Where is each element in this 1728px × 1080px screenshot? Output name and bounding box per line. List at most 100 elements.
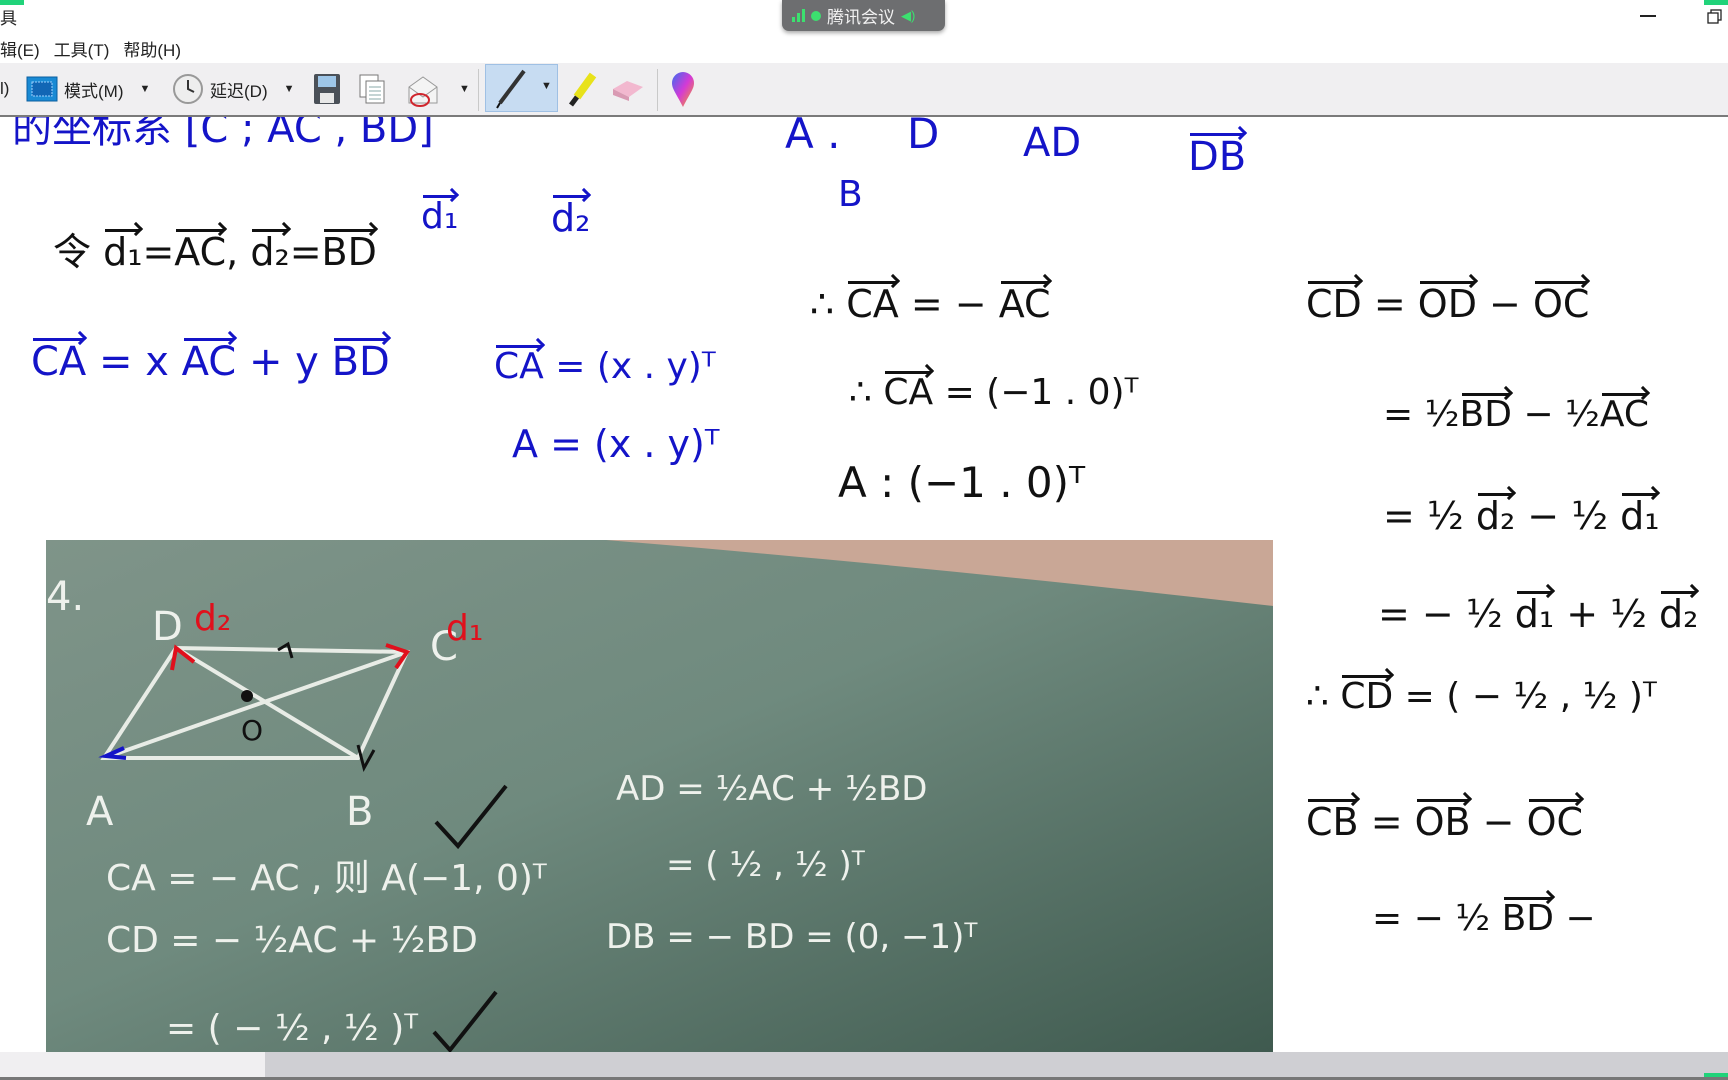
text-segment: = (x . y)ᵀ	[543, 346, 716, 387]
text-segment: ∴	[849, 372, 884, 413]
text-segment: −	[1476, 282, 1533, 326]
mode-button[interactable]: 模式(M) ▼	[26, 63, 150, 115]
center-point	[241, 690, 253, 702]
chevron-down-icon[interactable]: ▼	[541, 80, 552, 92]
chalk-line: AD = ½AC + ½BD	[616, 769, 927, 809]
menu-bar: 辑(E) 工具(T) 帮助(H)	[0, 36, 195, 62]
handwritten-line: ∴ CA = − AC	[810, 281, 1051, 326]
vector-symbol: d₂	[1475, 493, 1516, 538]
text-segment: − ½	[1511, 394, 1600, 435]
divider	[478, 69, 479, 111]
text-segment: =	[142, 230, 175, 274]
handwritten-line: D	[907, 117, 939, 155]
whiteboard-canvas[interactable]: 的坐标系 [C ; AC , BD] A . D AD DB Bd₁ d₂ 令 d₁=AC, …	[0, 117, 1728, 1052]
restore-button[interactable]	[1707, 9, 1722, 24]
problem-number: 4.	[46, 574, 84, 620]
text-segment: =	[289, 230, 322, 274]
delay-button[interactable]: 延迟(D) ▼	[172, 63, 295, 115]
vector-symbol: d₂	[1659, 591, 1699, 636]
status-mark	[1704, 0, 1728, 5]
text-segment: ∴	[810, 282, 847, 326]
vector-symbol: CB	[1306, 799, 1359, 844]
text-segment: 令	[53, 230, 104, 274]
vector-symbol: CD	[1306, 281, 1362, 326]
text-segment: AD	[1023, 120, 1082, 166]
vector-symbol: OD	[1417, 281, 1477, 326]
vector-symbol: AC	[181, 338, 237, 385]
vector-symbol: d₁	[421, 195, 459, 237]
text-segment: − ½	[1515, 494, 1621, 538]
red-label-d1: d₁	[446, 608, 483, 649]
cut-fragment[interactable]: l)	[0, 63, 9, 115]
text-segment: = − ½	[1378, 592, 1515, 636]
pen-button[interactable]: ▼	[485, 64, 558, 112]
color-picker-icon[interactable]	[670, 71, 696, 123]
handwritten-line: d₂	[551, 195, 591, 240]
handwritten-line: = − ½ BD −	[1372, 897, 1596, 939]
vertex-label-b: B	[346, 789, 373, 835]
vector-symbol: AC	[1599, 393, 1650, 435]
handwritten-line: d₁	[421, 195, 459, 237]
vector-symbol: OB	[1414, 799, 1471, 844]
text-segment: B	[838, 174, 863, 215]
vector-symbol: OC	[1532, 281, 1590, 326]
text-segment: =	[1361, 282, 1418, 326]
text-segment: 的坐标系 [C ; AC , BD]	[12, 117, 434, 152]
divider	[657, 69, 658, 111]
text-segment: + y	[236, 339, 332, 385]
horizontal-scrollbar[interactable]	[0, 1052, 1728, 1080]
vertex-label-o: O	[241, 714, 263, 747]
text-segment: = ½	[1383, 494, 1476, 538]
delay-label: 延迟(D)	[210, 81, 268, 101]
highlighter-icon[interactable]	[565, 71, 599, 123]
text-segment: + ½	[1554, 592, 1660, 636]
handwritten-line: B	[838, 177, 863, 213]
handwritten-line: = − ½ d₁ + ½ d₂	[1378, 591, 1699, 636]
vector-symbol: OC	[1526, 799, 1584, 844]
chalk-line: = ( ½ , ½ )ᵀ	[666, 845, 866, 885]
vector-symbol: CA	[31, 338, 87, 385]
handwritten-line: A .	[785, 117, 840, 155]
text-segment: = ½	[1383, 394, 1460, 435]
handwritten-line: = ½ d₂ − ½ d₁	[1383, 493, 1660, 538]
vector-symbol: d₁	[1620, 493, 1660, 538]
vector-symbol: d₁	[1514, 591, 1555, 636]
status-mark	[1704, 1073, 1728, 1077]
text-segment: −	[1470, 800, 1527, 844]
menu-help[interactable]: 帮助(H)	[123, 36, 181, 62]
text-segment: = −	[898, 282, 999, 326]
handwritten-line: ∴ CA = (−1 . 0)ᵀ	[849, 371, 1138, 413]
vector-symbol: AC	[174, 229, 227, 274]
vertex-label-a: A	[86, 789, 114, 835]
mode-icon	[26, 76, 58, 102]
minimize-button[interactable]	[1640, 15, 1656, 17]
chevron-down-icon[interactable]: ▼	[459, 63, 470, 115]
vector-symbol: CD	[1340, 675, 1394, 717]
clock-icon	[173, 74, 203, 104]
meeting-label: 腾讯会议	[827, 8, 895, 27]
vector-symbol: d₂	[551, 195, 591, 240]
text-segment: ,	[226, 230, 251, 274]
chalk-line: CD = − ½AC + ½BD	[106, 920, 478, 961]
handwritten-line: = ½BD − ½AC	[1383, 393, 1650, 435]
handwritten-line: CD = OD − OC	[1306, 281, 1590, 326]
vector-symbol: d₁	[103, 229, 143, 274]
vector-symbol: CA	[846, 281, 899, 326]
chevron-down-icon[interactable]: ▼	[139, 83, 150, 95]
chalk-line: = ( − ½ , ½ )ᵀ	[166, 1008, 418, 1049]
vector-symbol: DB	[1188, 133, 1247, 180]
menu-edit[interactable]: 辑(E)	[0, 36, 40, 62]
vector-symbol: AC	[998, 281, 1051, 326]
scrollbar-track-left[interactable]	[0, 1052, 265, 1077]
handwritten-line: CA = (x . y)ᵀ	[494, 345, 716, 387]
chevron-down-icon[interactable]: ▼	[284, 83, 295, 95]
signal-icon	[792, 9, 805, 22]
chalk-line: DB = − BD = (0, −1)ᵀ	[606, 917, 978, 957]
menu-tools[interactable]: 工具(T)	[54, 36, 110, 62]
vector-symbol: BD	[1501, 897, 1554, 939]
vector-symbol: CA	[494, 345, 544, 387]
vector-symbol: BD	[321, 229, 377, 274]
text-segment: = x	[86, 339, 182, 385]
meeting-badge[interactable]: 腾讯会议 ◀)	[782, 0, 945, 31]
text-segment: =	[1358, 800, 1415, 844]
